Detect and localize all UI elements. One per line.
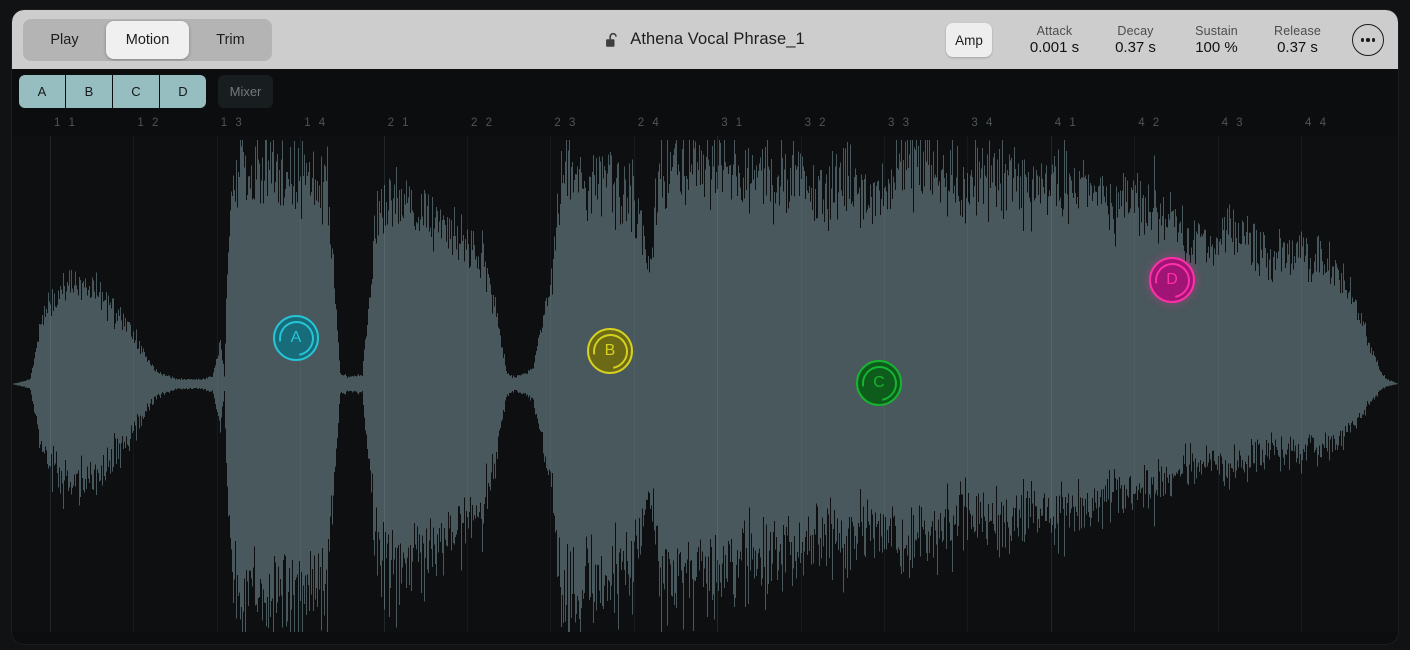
ruler-tick: 3 2 (805, 117, 829, 129)
unlocked-padlock-icon[interactable] (605, 32, 621, 49)
ruler-tick: 2 2 (471, 117, 495, 129)
waveform-gridline (967, 136, 968, 632)
waveform-gridline (550, 136, 551, 632)
ruler-tick: 1 1 (54, 117, 78, 129)
ruler-tick: 1 2 (137, 117, 161, 129)
ruler-tick: 3 4 (971, 117, 995, 129)
param-release[interactable]: Release 0.37 s (1257, 24, 1338, 56)
amp-button[interactable]: Amp (946, 23, 992, 57)
ruler-tick: 4 4 (1305, 117, 1329, 129)
waveform-gridline (50, 136, 51, 632)
param-decay-value: 0.37 s (1115, 39, 1156, 56)
motion-slot-b[interactable]: B (66, 75, 113, 108)
ruler-tick: 3 3 (888, 117, 912, 129)
waveform-gridline (1134, 136, 1135, 632)
waveform-gridline (634, 136, 635, 632)
waveform-gridline (1218, 136, 1219, 632)
ruler-tick: 3 1 (721, 117, 745, 129)
motion-slot-c[interactable]: C (113, 75, 160, 108)
mode-tab-motion[interactable]: Motion (106, 21, 189, 59)
mixer-button[interactable]: Mixer (218, 75, 273, 108)
param-sustain-label: Sustain (1195, 24, 1238, 38)
marker-label: D (1166, 271, 1178, 289)
param-attack-value: 0.001 s (1030, 39, 1079, 56)
ruler-tick: 1 3 (221, 117, 245, 129)
marker-label: C (873, 374, 885, 392)
marker-label: B (605, 342, 616, 360)
param-sustain-value: 100 % (1195, 39, 1238, 56)
param-release-label: Release (1274, 24, 1321, 38)
marker-label: A (291, 329, 302, 347)
motion-marker-b[interactable]: B (587, 328, 633, 374)
motion-marker-c[interactable]: C (856, 360, 902, 406)
motion-marker-d[interactable]: D (1149, 257, 1195, 303)
waveform-display[interactable]: A B C D (12, 136, 1398, 632)
ruler-tick: 2 3 (554, 117, 578, 129)
ellipsis-circle-icon[interactable] (1352, 24, 1384, 56)
ruler-tick: 4 2 (1138, 117, 1162, 129)
mode-segmented-control[interactable]: Play Motion Trim (23, 19, 272, 61)
ruler-tick: 2 4 (638, 117, 662, 129)
sampler-window: Play Motion Trim Athena Vocal Phrase_1 A… (12, 10, 1398, 644)
ruler-tick: 1 4 (304, 117, 328, 129)
ruler-tick: 2 1 (388, 117, 412, 129)
param-sustain[interactable]: Sustain 100 % (1176, 24, 1257, 56)
motion-slot-a[interactable]: A (19, 75, 66, 108)
mode-tab-play[interactable]: Play (23, 19, 106, 61)
param-decay[interactable]: Decay 0.37 s (1095, 24, 1176, 56)
waveform-gridline (1301, 136, 1302, 632)
motion-slot-group[interactable]: A B C D (19, 75, 206, 108)
waveform-gridline (717, 136, 718, 632)
waveform-gridline (133, 136, 134, 632)
motion-marker-a[interactable]: A (273, 315, 319, 361)
motion-slot-d[interactable]: D (160, 75, 206, 108)
waveform-gridline (217, 136, 218, 632)
waveform-gridline (467, 136, 468, 632)
mode-tab-trim[interactable]: Trim (189, 19, 272, 61)
ruler-tick: 4 1 (1055, 117, 1079, 129)
param-decay-label: Decay (1117, 24, 1153, 38)
waveform-gridline (801, 136, 802, 632)
waveform-gridline (300, 136, 301, 632)
waveform-graphic (12, 136, 1398, 632)
waveform-gridline (384, 136, 385, 632)
param-attack[interactable]: Attack 0.001 s (1014, 24, 1095, 56)
param-attack-label: Attack (1037, 24, 1073, 38)
param-release-value: 0.37 s (1277, 39, 1318, 56)
ruler-tick: 4 3 (1222, 117, 1246, 129)
waveform-gridline (1051, 136, 1052, 632)
timeline-ruler[interactable]: 1 1 1 2 1 3 1 4 2 1 2 2 2 3 2 4 3 1 3 2 3 3 3 4 4 1 4… (12, 114, 1398, 136)
envelope-parameters: Amp Attack 0.001 s Decay 0.37 s Sustain … (946, 18, 1384, 62)
top-toolbar: Play Motion Trim Athena Vocal Phrase_1 A… (12, 10, 1398, 69)
secondary-toolbar: A B C D Mixer 1 2 3 4 5 6 7 Clear (12, 69, 1398, 114)
page-title: Athena Vocal Phrase_1 (630, 30, 805, 49)
